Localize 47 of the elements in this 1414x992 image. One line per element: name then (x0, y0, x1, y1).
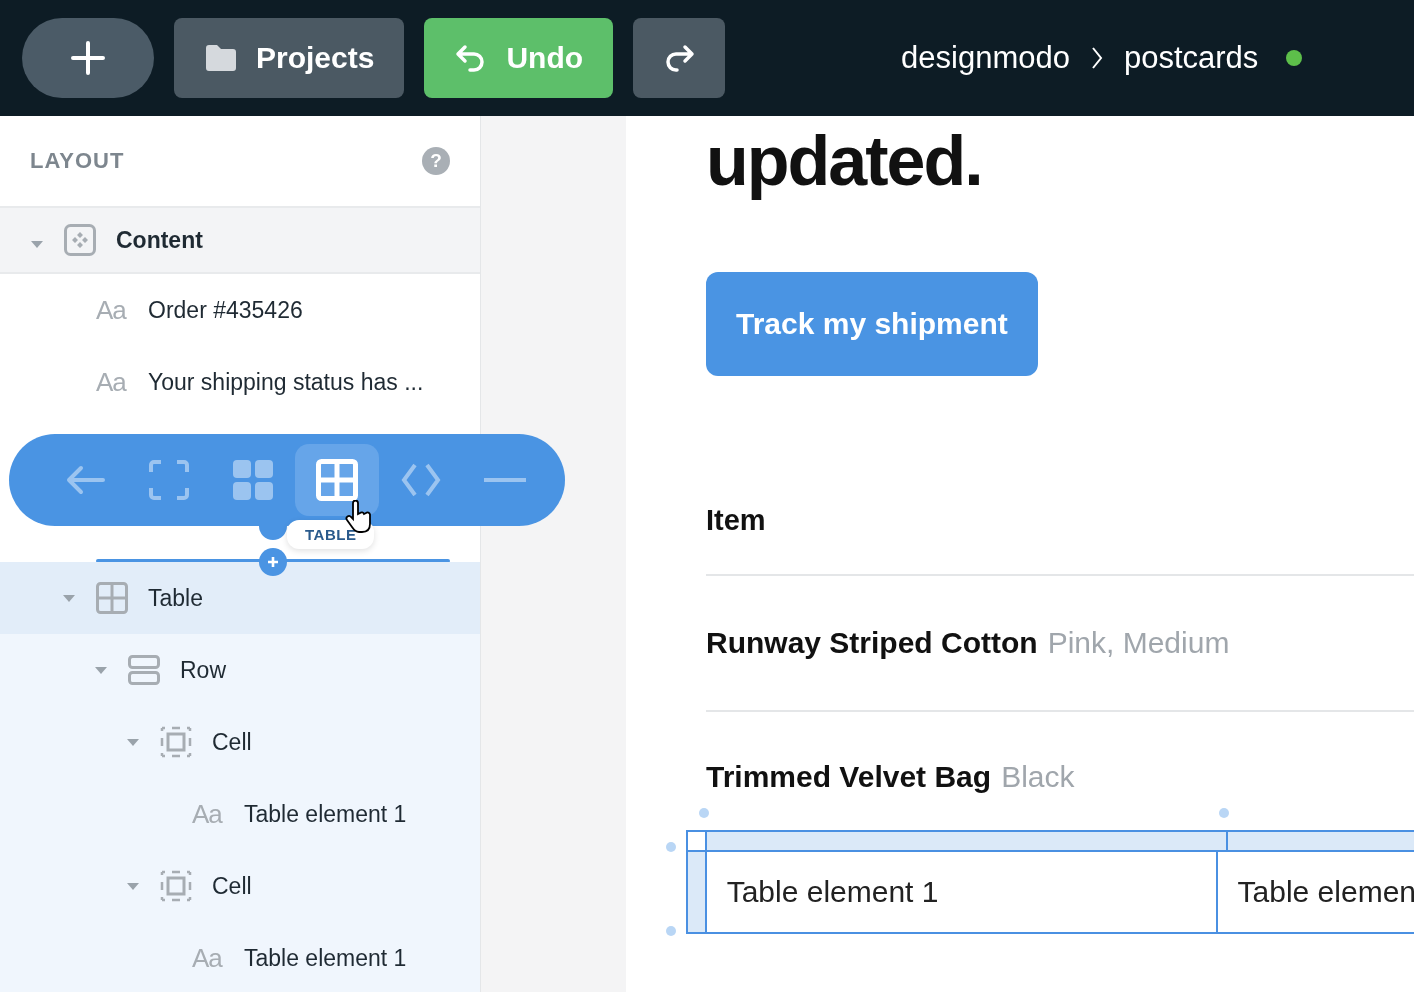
column-handle[interactable] (707, 832, 1228, 850)
breadcrumb-link[interactable]: postcards (1123, 40, 1259, 76)
resize-handle[interactable] (666, 842, 676, 852)
code-icon (400, 462, 442, 498)
frame-icon (148, 459, 190, 501)
caret-icon[interactable] (30, 239, 44, 249)
redo-button[interactable] (633, 18, 726, 98)
row-handle[interactable] (688, 852, 707, 932)
table-icon (316, 459, 358, 501)
table-icon (96, 582, 128, 614)
toolbar-tool[interactable] (295, 444, 379, 516)
product-name: Trimmed Velvet Bag (706, 760, 992, 794)
product-variant: Black (1001, 760, 1075, 794)
text-type-icon: Aa (96, 366, 128, 398)
resize-handle[interactable] (666, 926, 676, 936)
tree-item[interactable]: Table (0, 562, 480, 634)
caret-icon[interactable] (94, 665, 108, 675)
text-type-icon: Aa (192, 942, 224, 974)
caret-icon[interactable] (62, 593, 76, 603)
add-block-icon[interactable] (259, 548, 287, 576)
resize-handle[interactable] (699, 808, 709, 818)
divider-icon (484, 476, 526, 484)
text-type-icon: Aa (192, 798, 224, 830)
product-name: Runway Striped Cotton (706, 626, 1038, 660)
caret-icon[interactable] (126, 881, 140, 891)
cell-icon (160, 726, 192, 758)
text-type-icon: Aa (96, 294, 128, 326)
projects-button[interactable]: Projects (174, 18, 405, 98)
product-variant: Pink, Medium (1047, 626, 1230, 660)
chevron-right-icon (1089, 45, 1104, 71)
folder-icon (204, 44, 238, 72)
plus-icon (70, 40, 106, 76)
breadcrumb-link[interactable]: designmodo (901, 40, 1070, 76)
tree-item[interactable]: Aa Your shipping status has ... (0, 346, 480, 418)
layout-title: LAYOUT (30, 148, 125, 174)
column-header: Item (706, 504, 1414, 576)
component-icon (64, 224, 96, 256)
table-cell[interactable]: Table elemen (1217, 852, 1414, 932)
grid-icon (232, 459, 274, 501)
row-icon (128, 654, 160, 686)
cell-icon (160, 870, 192, 902)
column-handle[interactable] (1228, 832, 1414, 850)
resize-handle[interactable] (1219, 808, 1229, 818)
tree-item[interactable]: Aa Order #435426 (0, 274, 480, 346)
table-cell[interactable]: Table element 1 (706, 852, 1218, 932)
caret-icon[interactable] (126, 737, 140, 747)
tree-item[interactable]: Content (0, 208, 480, 274)
